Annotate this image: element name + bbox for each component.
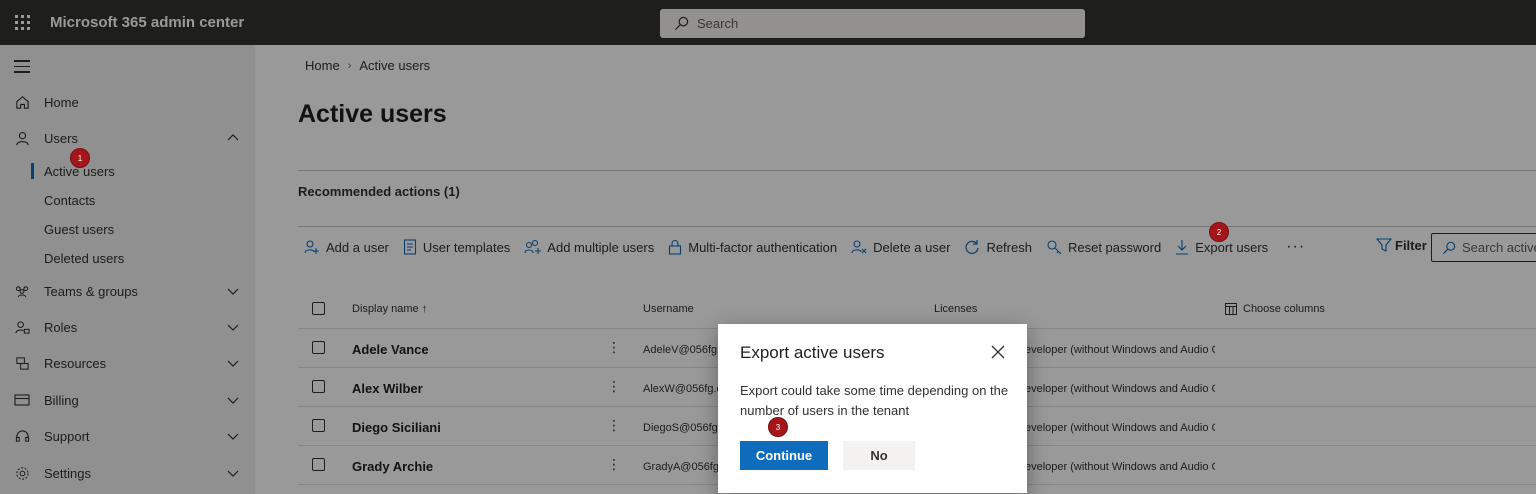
no-button[interactable]: No [843, 441, 915, 470]
step-marker-2: 2 [1209, 222, 1229, 242]
dialog-body: Export could take some time depending on… [740, 383, 1009, 418]
dialog-title: Export active users [740, 343, 885, 362]
continue-button[interactable]: Continue [740, 441, 828, 470]
step-marker-3: 3 [768, 417, 788, 437]
export-dialog: Export active users Export could take so… [718, 324, 1027, 493]
close-icon[interactable] [991, 345, 1005, 359]
step-marker-1: 1 [70, 148, 90, 168]
